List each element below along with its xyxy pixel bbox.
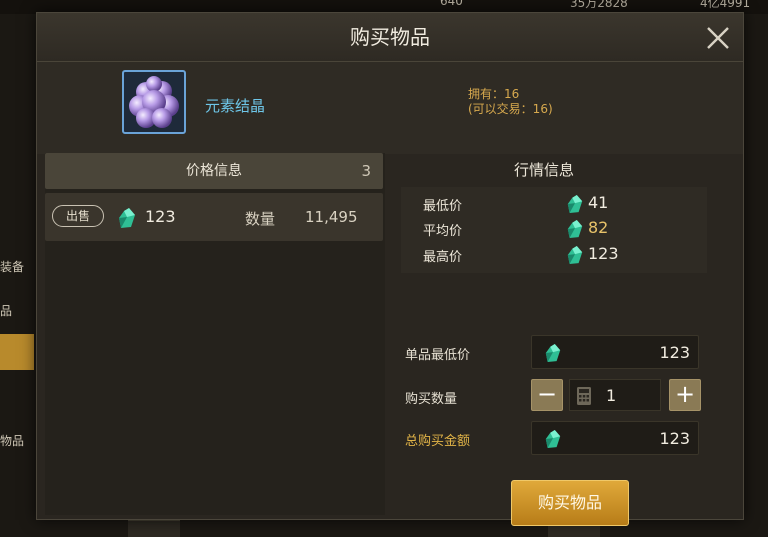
background-slot	[128, 520, 180, 537]
currency-value-1: 640	[440, 0, 463, 8]
total-field: 123	[531, 421, 699, 455]
unit-price-value: 123	[659, 343, 690, 362]
unit-price-label: 单品最低价	[405, 348, 471, 363]
dialog-title: 购买物品	[350, 25, 430, 49]
quantity-row: 购买数量 − 1 +	[401, 379, 741, 413]
market-panel: 行情信息 最低价 41 平均价 82 最高价 123 单品最低价 123 购买数…	[391, 153, 741, 526]
side-menu-item[interactable]: 装备	[0, 258, 34, 275]
sell-badge: 出售	[52, 205, 104, 227]
side-menu-item[interactable]: 品	[0, 302, 34, 319]
currency-value-3: 4亿4991	[700, 0, 751, 10]
market-row-average: 平均价 82	[411, 217, 711, 241]
gem-icon	[567, 195, 583, 213]
quantity-value: 1	[606, 386, 617, 405]
market-label: 最高价	[423, 250, 463, 265]
decrease-quantity-button[interactable]: −	[531, 379, 563, 411]
buy-item-button[interactable]: 购买物品	[511, 480, 629, 526]
market-row-highest: 最高价 123	[411, 243, 711, 267]
dialog-header: 购买物品	[37, 13, 743, 62]
tradable-label: (可以交易：16)	[468, 102, 553, 116]
item-summary: 元素结晶 拥有：16 (可以交易：16)	[37, 62, 743, 154]
currency-value-2: 35万2828	[570, 0, 628, 10]
listing-price: 123	[145, 207, 176, 226]
owned-count: 拥有：16 (可以交易：16)	[468, 87, 553, 117]
unit-price-row: 单品最低价 123	[401, 335, 741, 369]
price-info-title: 价格信息	[186, 163, 242, 179]
total-value: 123	[659, 429, 690, 448]
gem-icon	[119, 208, 135, 228]
side-menu-item[interactable]: 物品	[0, 432, 34, 449]
item-icon-frame[interactable]	[122, 70, 186, 134]
market-label: 最低价	[423, 199, 463, 214]
listing-quantity-label: 数量	[245, 210, 276, 228]
side-menu-item-selected[interactable]	[0, 334, 34, 370]
close-icon	[707, 27, 729, 49]
market-label: 平均价	[423, 224, 463, 239]
close-button[interactable]	[705, 25, 731, 51]
gem-icon	[567, 246, 583, 264]
market-value: 82	[588, 218, 609, 237]
quantity-input[interactable]: 1	[569, 379, 661, 411]
owned-label: 拥有：16	[468, 87, 520, 101]
quantity-label: 购买数量	[405, 392, 458, 407]
unit-price-field: 123	[531, 335, 699, 369]
market-info-box: 最低价 41 平均价 82 最高价 123	[401, 187, 707, 273]
market-value: 123	[588, 244, 619, 263]
market-value: 41	[588, 193, 609, 212]
total-row: 总购买金额 123	[401, 421, 741, 455]
market-row-lowest: 最低价 41	[411, 192, 711, 216]
gem-icon	[567, 220, 583, 238]
listing-row[interactable]: 出售 123 数量 11,495	[45, 193, 383, 241]
listing-quantity: 11,495	[305, 208, 358, 226]
listing-count: 3	[361, 162, 371, 180]
item-name: 元素结晶	[205, 97, 266, 115]
total-label: 总购买金额	[405, 434, 471, 449]
calculator-icon	[577, 387, 591, 405]
buy-item-dialog: 购买物品 元素结晶 拥有：16 (可以交易：16) 价格信息 3 出售 123 …	[36, 12, 744, 526]
gem-icon	[545, 430, 561, 448]
increase-quantity-button[interactable]: +	[669, 379, 701, 411]
price-info-header: 价格信息 3	[45, 153, 383, 189]
market-info-title: 行情信息	[513, 161, 574, 179]
gem-icon	[545, 344, 561, 362]
price-info-panel: 价格信息 3 出售 123 数量 11,495	[45, 153, 385, 515]
element-crystal-icon	[129, 76, 179, 128]
